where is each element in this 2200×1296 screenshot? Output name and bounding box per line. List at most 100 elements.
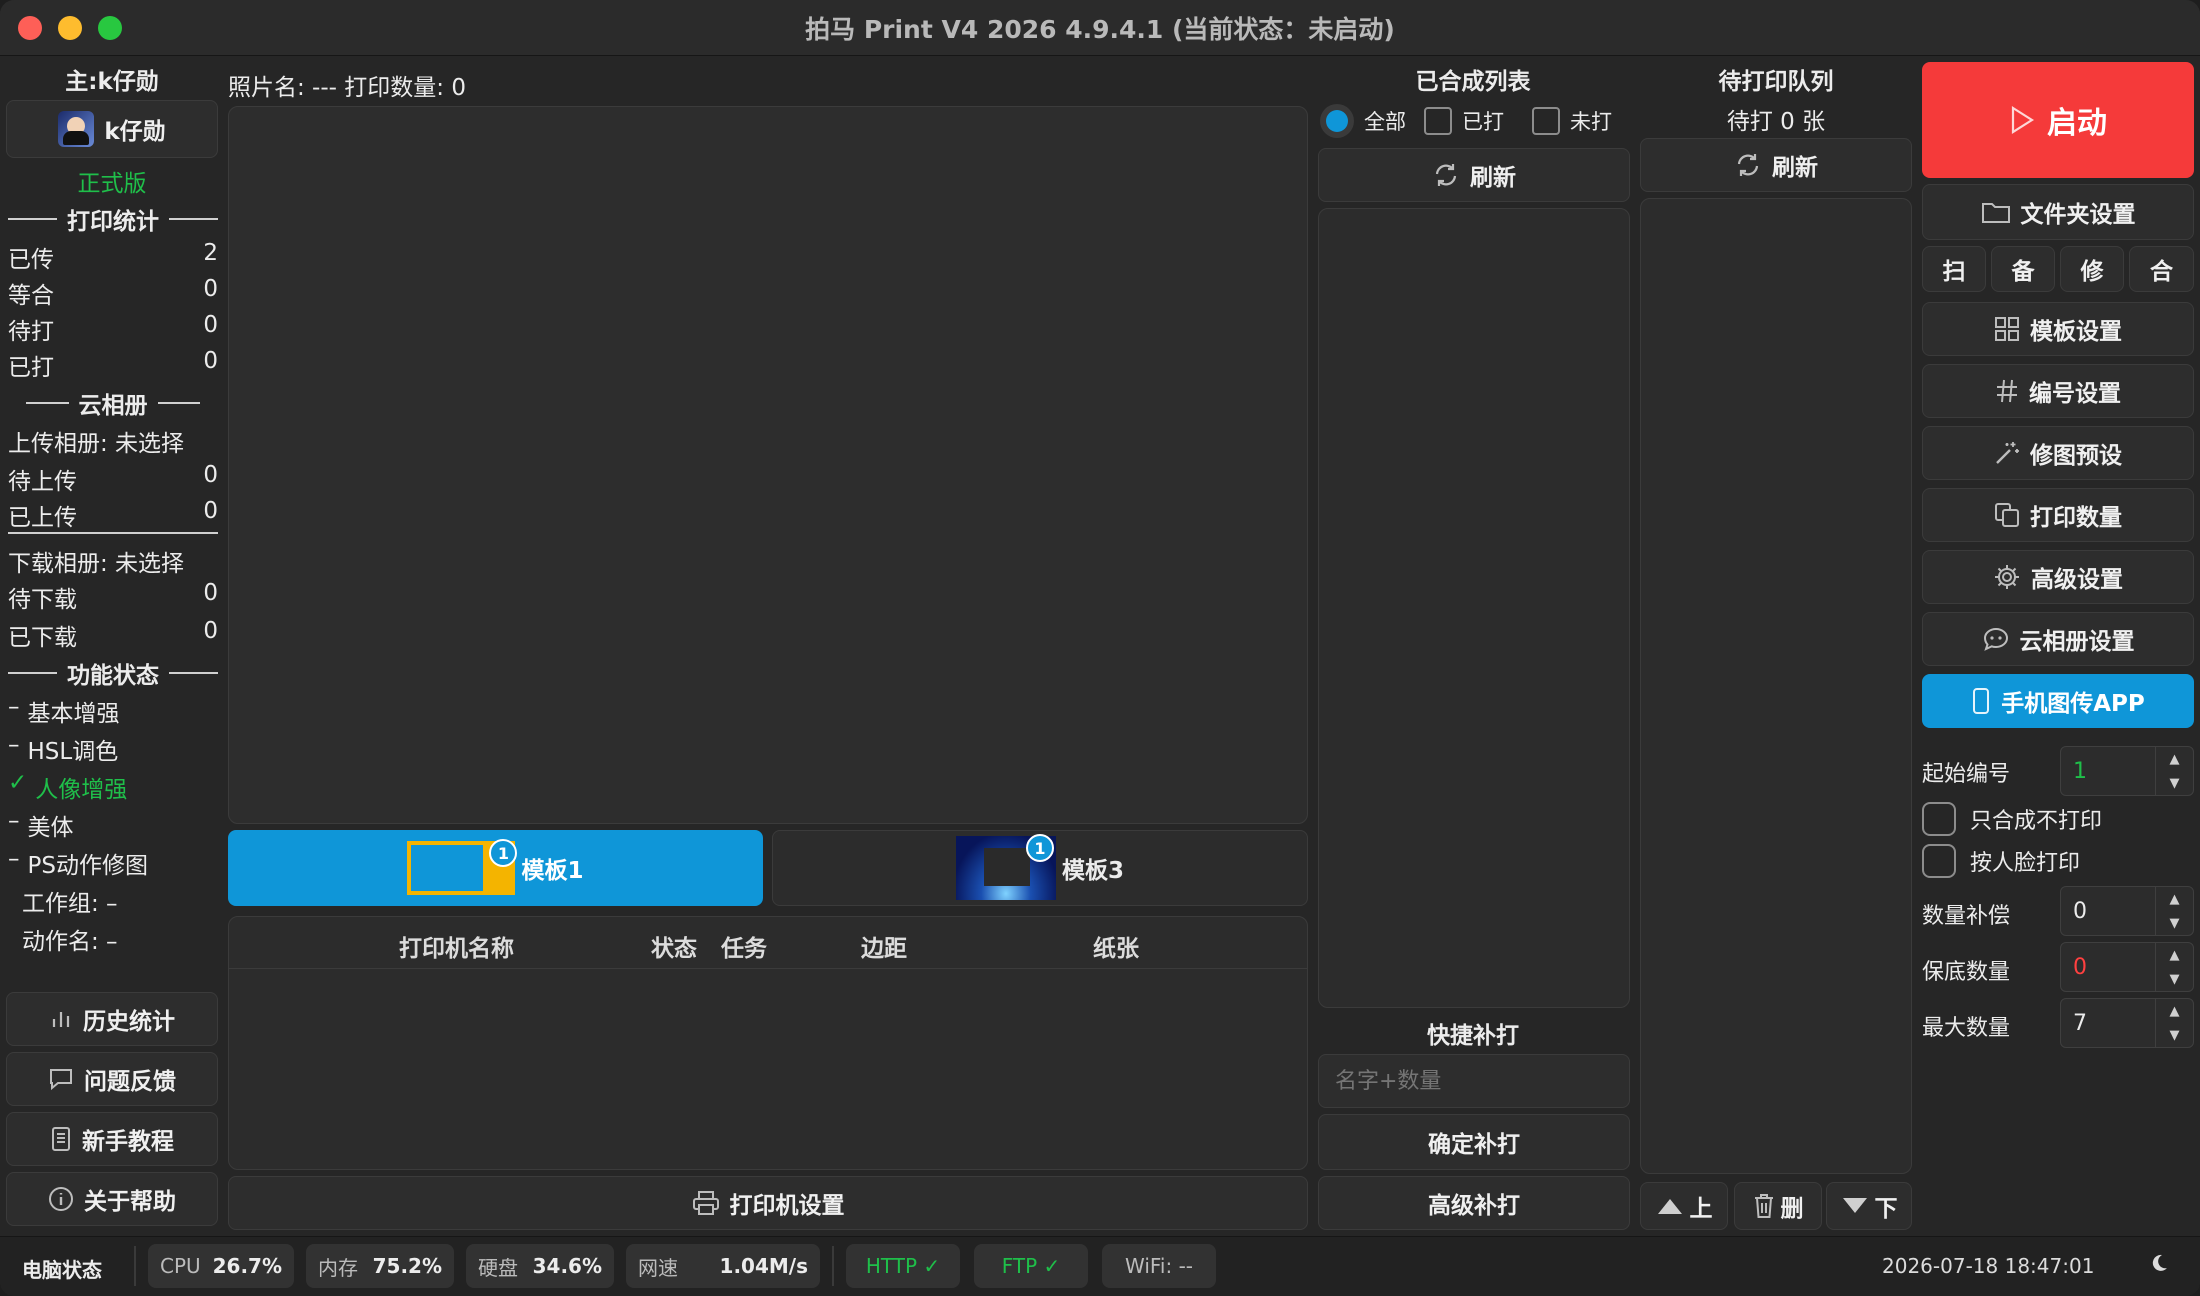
move-up-button[interactable]: 上 [1640, 1182, 1728, 1230]
divider [134, 1246, 136, 1286]
retouch-preset-button[interactable]: 修图预设 [1922, 426, 2194, 480]
max-qty-label: 最大数量 [1922, 1016, 2011, 1041]
chat-bubble-icon [48, 1067, 74, 1091]
about-help-button[interactable]: 关于帮助 [6, 1172, 218, 1226]
gear-icon [1993, 563, 2021, 591]
close-window-button[interactable] [18, 16, 42, 40]
feature-hsl: – HSL调色 [8, 732, 119, 765]
phone-icon [1971, 687, 1991, 715]
avatar [58, 111, 95, 147]
col-task: 任务 [721, 936, 767, 962]
history-stats-button[interactable]: 历史统计 [6, 992, 218, 1046]
compose-button[interactable]: 合 [2129, 246, 2194, 292]
computer-status-label: 电脑状态 [22, 1258, 102, 1282]
printer-settings-button[interactable]: 打印机设置 [228, 1176, 1308, 1230]
filter-all-radio[interactable]: 全部 [1320, 104, 1406, 138]
host-label: 主:k仔勋 [65, 69, 159, 95]
folder-icon [1981, 200, 2011, 224]
minimize-window-button[interactable] [58, 16, 82, 40]
stat-row-printed: 已打 0 [8, 348, 218, 381]
photo-preview [228, 106, 1308, 824]
cloud-album-settings-button[interactable]: 云相册设置 [1922, 612, 2194, 666]
quick-reprint-title: 快捷补打 [1427, 1023, 1519, 1049]
retouch-button[interactable]: 修 [2060, 246, 2124, 292]
printer-table-header: 打印机名称 状态 任务 边距 纸张 [229, 917, 1307, 969]
stat-row-pending-upload: 待上传 0 [8, 462, 218, 495]
min-qty-stepper[interactable]: 0 ▲ ▼ [2060, 942, 2194, 992]
print-queue-list[interactable] [1640, 198, 1912, 1174]
queue-refresh-button[interactable]: 刷新 [1640, 138, 1912, 192]
scan-button[interactable]: 扫 [1922, 246, 1986, 292]
download-album-label: 下载相册: 未选择 [8, 551, 185, 577]
composed-refresh-button[interactable]: 刷新 [1318, 148, 1630, 202]
user-name: k仔勋 [104, 119, 166, 145]
start-number-stepper[interactable]: 1 ▲ ▼ [2060, 746, 2194, 796]
composed-list[interactable] [1318, 208, 1630, 1008]
tutorial-button[interactable]: 新手教程 [6, 1112, 218, 1166]
feature-ps-action: – PS动作修图 [8, 846, 148, 879]
cloud-album-heading: 云相册 [8, 386, 218, 420]
photo-info: 照片名: --- 打印数量: 0 [228, 75, 466, 101]
qty-compensation-stepper[interactable]: 0 ▲ ▼ [2060, 886, 2194, 936]
divider [832, 1246, 834, 1286]
only-compose-checkbox[interactable]: 只合成不打印 [1922, 802, 2102, 836]
app-window: 拍马 Print V4 2026 4.9.4.1 (当前状态：未启动) 主:k仔… [0, 0, 2200, 1296]
stat-row-pending-download: 待下载 0 [8, 580, 218, 613]
trash-icon [1753, 1193, 1775, 1219]
stat-row-uploaded: 已传 2 [8, 240, 218, 273]
mobile-app-button[interactable]: 手机图传APP [1922, 674, 2194, 728]
stat-row-waiting-print: 待打 0 [8, 312, 218, 345]
template-tab-3[interactable]: 1 模板3 [772, 830, 1308, 906]
stat-row-uploaded-cloud: 已上传 0 [8, 498, 218, 531]
face-print-checkbox[interactable]: 按人脸打印 [1922, 844, 2080, 878]
col-printer-name: 打印机名称 [399, 936, 514, 962]
workgroup-label: 工作组: – [22, 891, 118, 917]
folder-settings-button[interactable]: 文件夹设置 [1922, 184, 2194, 240]
upload-album-label: 上传相册: 未选择 [8, 431, 185, 457]
zoom-window-button[interactable] [98, 16, 122, 40]
start-button[interactable]: 启动 [1922, 62, 2194, 178]
delete-button[interactable]: 删 [1734, 1182, 1822, 1230]
min-qty-label: 保底数量 [1922, 960, 2011, 985]
stat-row-waiting-compose: 等合 0 [8, 276, 218, 309]
template-label: 模板1 [521, 858, 584, 884]
hash-icon [1995, 378, 2019, 404]
move-down-button[interactable]: 下 [1826, 1182, 1912, 1230]
template-thumbnail: 1 [407, 839, 518, 895]
max-qty-stepper[interactable]: 7 ▲ ▼ [2060, 998, 2194, 1048]
composed-list-title: 已合成列表 [1415, 69, 1531, 95]
advanced-reprint-button[interactable]: 高级补打 [1318, 1176, 1630, 1230]
printer-table: 打印机名称 状态 任务 边距 纸张 [228, 916, 1308, 1170]
confirm-reprint-button[interactable]: 确定补打 [1318, 1114, 1630, 1170]
start-number-label: 起始编号 [1922, 762, 2011, 787]
book-icon [50, 1126, 72, 1152]
backup-button[interactable]: 备 [1991, 246, 2055, 292]
window-title: 拍马 Print V4 2026 4.9.4.1 (当前状态：未启动) [805, 14, 1395, 44]
queue-count: 待打 0 张 [1726, 109, 1826, 135]
network-speed-status: 网速 1.04M/s [626, 1244, 820, 1288]
refresh-icon [1734, 151, 1762, 179]
filter-unprinted-checkbox[interactable]: 未打 [1532, 106, 1612, 136]
memory-status: 内存 75.2% [306, 1244, 454, 1288]
filter-printed-checkbox[interactable]: 已打 [1424, 106, 1504, 136]
feedback-button[interactable]: 问题反馈 [6, 1052, 218, 1106]
col-paper: 纸张 [1093, 936, 1139, 962]
feature-status-heading: 功能状态 [8, 656, 218, 690]
col-status: 状态 [651, 936, 697, 962]
number-settings-button[interactable]: 编号设置 [1922, 364, 2194, 418]
grid-icon [1994, 316, 2020, 342]
template-label: 模板3 [1061, 858, 1124, 884]
triangle-up-icon [1656, 1196, 1684, 1216]
wifi-status: WiFi: -- [1102, 1244, 1216, 1288]
advanced-settings-button[interactable]: 高级设置 [1922, 550, 2194, 604]
datetime: 2026-07-18 18:47:01 [1882, 1254, 2095, 1278]
moon-icon[interactable] [2148, 1252, 2170, 1274]
user-button[interactable]: k仔勋 [6, 100, 218, 158]
template-tab-1[interactable]: 1 模板1 [228, 830, 763, 906]
template-settings-button[interactable]: 模板设置 [1922, 302, 2194, 356]
quick-reprint-input[interactable] [1318, 1054, 1630, 1108]
triangle-down-icon [1841, 1196, 1869, 1216]
print-quantity-button[interactable]: 打印数量 [1922, 488, 2194, 542]
play-icon [2009, 105, 2035, 135]
template-count-badge: 1 [489, 839, 518, 867]
